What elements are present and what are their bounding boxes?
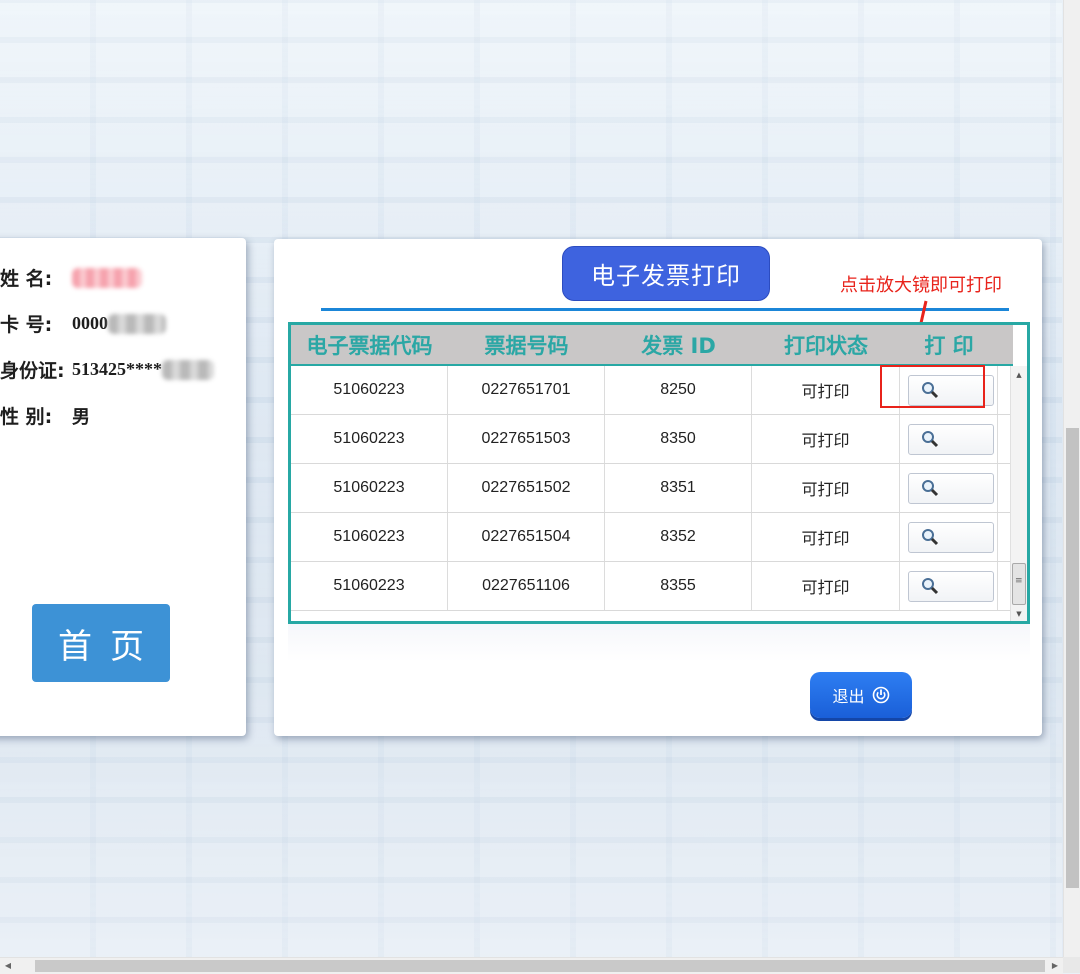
window-horizontal-scrollbar[interactable]: ◀ ▶ xyxy=(0,957,1063,974)
cell-status: 可打印 xyxy=(752,464,900,512)
redacted-id-card xyxy=(162,359,214,380)
scrollbar-corner xyxy=(1063,957,1080,973)
id-card-label: 身份证: xyxy=(0,360,65,382)
header-invoice-code: 电子票据代码 xyxy=(306,333,433,358)
header-print: 打 印 xyxy=(924,333,974,358)
table-header: 电子票据代码 票据号码 发票 ID 打印状态 打 印 xyxy=(291,325,1013,366)
header-print-status: 打印状态 xyxy=(784,333,868,358)
print-button[interactable] xyxy=(908,570,994,602)
power-icon xyxy=(872,686,889,704)
cell-invoice-id: 8355 xyxy=(605,562,752,610)
magnifier-icon xyxy=(922,431,939,448)
exit-button[interactable]: 退出 xyxy=(810,672,912,718)
print-button[interactable] xyxy=(908,472,994,504)
name-label: 姓 名: xyxy=(0,268,53,290)
magnifier-icon xyxy=(922,529,939,546)
cell-status: 可打印 xyxy=(752,366,900,414)
cell-number: 0227651503 xyxy=(448,415,605,463)
table-footer-space xyxy=(288,624,1030,662)
magnifier-icon xyxy=(922,480,939,497)
card-value: 0000 xyxy=(72,313,108,333)
header-invoice-id: 发票 ID xyxy=(641,333,716,358)
cell-invoice-id: 8350 xyxy=(605,415,752,463)
cell-number: 0227651502 xyxy=(448,464,605,512)
panel-title: 电子发票打印 xyxy=(562,246,770,301)
cell-print xyxy=(900,513,998,561)
table-row: 51060223 0227651106 8355 可打印 xyxy=(291,562,1013,611)
cell-print xyxy=(900,464,998,512)
cell-number: 0227651504 xyxy=(448,513,605,561)
cell-print xyxy=(900,415,998,463)
gender-row: 性 别: 男 xyxy=(0,402,90,429)
id-card-row: 身份证: 513425**** xyxy=(0,356,214,383)
window-vertical-scroll-thumb[interactable] xyxy=(1066,428,1079,888)
cell-invoice-id: 8250 xyxy=(605,366,752,414)
scroll-left-arrow-icon[interactable]: ◀ xyxy=(0,958,16,974)
table-row: 51060223 0227651503 8350 可打印 xyxy=(291,415,1013,464)
window-vertical-scrollbar[interactable] xyxy=(1063,0,1080,957)
name-row: 姓 名: xyxy=(0,264,142,291)
cell-number: 0227651701 xyxy=(448,366,605,414)
table-scrollbar[interactable]: ▲ ▼ xyxy=(1010,366,1027,621)
table-scroll-thumb[interactable] xyxy=(1012,563,1026,605)
patient-info-card: 姓 名: 卡 号: 0000 身份证: 513425**** 性 别: 男 首页 xyxy=(0,238,246,736)
cell-number: 0227651106 xyxy=(448,562,605,610)
print-button[interactable] xyxy=(908,423,994,455)
gender-value: 男 xyxy=(72,406,90,427)
gender-label: 性 别: xyxy=(0,406,53,428)
cell-code: 51060223 xyxy=(291,366,448,414)
scroll-right-arrow-icon[interactable]: ▶ xyxy=(1047,958,1063,974)
cell-code: 51060223 xyxy=(291,513,448,561)
scroll-down-arrow-icon[interactable]: ▼ xyxy=(1011,607,1027,621)
magnifier-icon xyxy=(922,578,939,595)
card-label: 卡 号: xyxy=(0,314,53,336)
cell-status: 可打印 xyxy=(752,513,900,561)
cell-invoice-id: 8352 xyxy=(605,513,752,561)
cell-invoice-id: 8351 xyxy=(605,464,752,512)
cell-code: 51060223 xyxy=(291,464,448,512)
header-invoice-number: 票据号码 xyxy=(484,333,569,358)
cell-code: 51060223 xyxy=(291,562,448,610)
cell-print xyxy=(900,562,998,610)
redacted-card-number xyxy=(108,313,166,334)
exit-label: 退出 xyxy=(832,687,865,706)
annotation-highlight-box xyxy=(880,365,985,408)
scroll-up-arrow-icon[interactable]: ▲ xyxy=(1011,368,1027,382)
redacted-name xyxy=(72,267,142,288)
cell-code: 51060223 xyxy=(291,415,448,463)
home-button[interactable]: 首页 xyxy=(32,604,170,682)
annotation-text: 点击放大镜即可打印 xyxy=(840,275,1002,296)
table-row: 51060223 0227651502 8351 可打印 xyxy=(291,464,1013,513)
cell-status: 可打印 xyxy=(752,562,900,610)
card-number-row: 卡 号: 0000 xyxy=(0,310,166,337)
table-row: 51060223 0227651504 8352 可打印 xyxy=(291,513,1013,562)
print-button[interactable] xyxy=(908,521,994,553)
window-horizontal-scroll-thumb[interactable] xyxy=(35,960,1045,972)
cell-status: 可打印 xyxy=(752,415,900,463)
invoice-print-panel: 电子发票打印 点击放大镜即可打印 电子票据代码 票据号码 发票 ID 打印状态 … xyxy=(274,239,1042,736)
id-card-value: 513425**** xyxy=(72,359,162,379)
